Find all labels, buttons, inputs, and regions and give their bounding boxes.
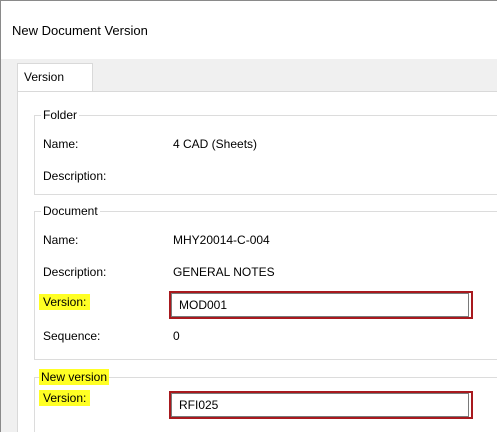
- folder-group-legend: Folder: [41, 107, 80, 123]
- folder-description-label: Description:: [43, 169, 107, 183]
- tab-version-label: Version: [24, 70, 65, 84]
- new-document-version-dialog: New Document Version Version Folder Name…: [0, 0, 497, 432]
- document-group-legend: Document: [41, 203, 100, 219]
- version-tab-panel: Folder Name: 4 CAD (Sheets) Description:…: [17, 91, 497, 432]
- document-name-value: MHY20014-C-004: [173, 233, 270, 247]
- new-version-field[interactable]: [171, 393, 469, 417]
- folder-name-label: Name:: [43, 137, 79, 151]
- sequence-label: Sequence:: [43, 329, 101, 343]
- tab-version[interactable]: Version: [17, 63, 93, 92]
- folder-group: Folder Name: 4 CAD (Sheets) Description:: [34, 107, 497, 195]
- document-version-label: Version:: [39, 294, 91, 310]
- document-group: Document Name: MHY20014-C-004 Descriptio…: [34, 203, 497, 360]
- new-version-label: Version:: [39, 390, 91, 406]
- new-version-group: New version Version:: [34, 369, 497, 432]
- document-version-field[interactable]: [171, 293, 469, 317]
- document-description-label: Description:: [43, 265, 107, 279]
- title-bar[interactable]: New Document Version: [1, 1, 497, 59]
- document-description-value: GENERAL NOTES: [173, 265, 275, 279]
- folder-name-value: 4 CAD (Sheets): [173, 137, 258, 151]
- dialog-client-area: Version Folder Name: 4 CAD (Sheets) Desc…: [1, 59, 497, 432]
- sequence-value: 0: [173, 329, 180, 343]
- document-name-label: Name:: [43, 233, 79, 247]
- window-title: New Document Version: [12, 23, 148, 38]
- new-version-group-legend: New version: [39, 369, 110, 385]
